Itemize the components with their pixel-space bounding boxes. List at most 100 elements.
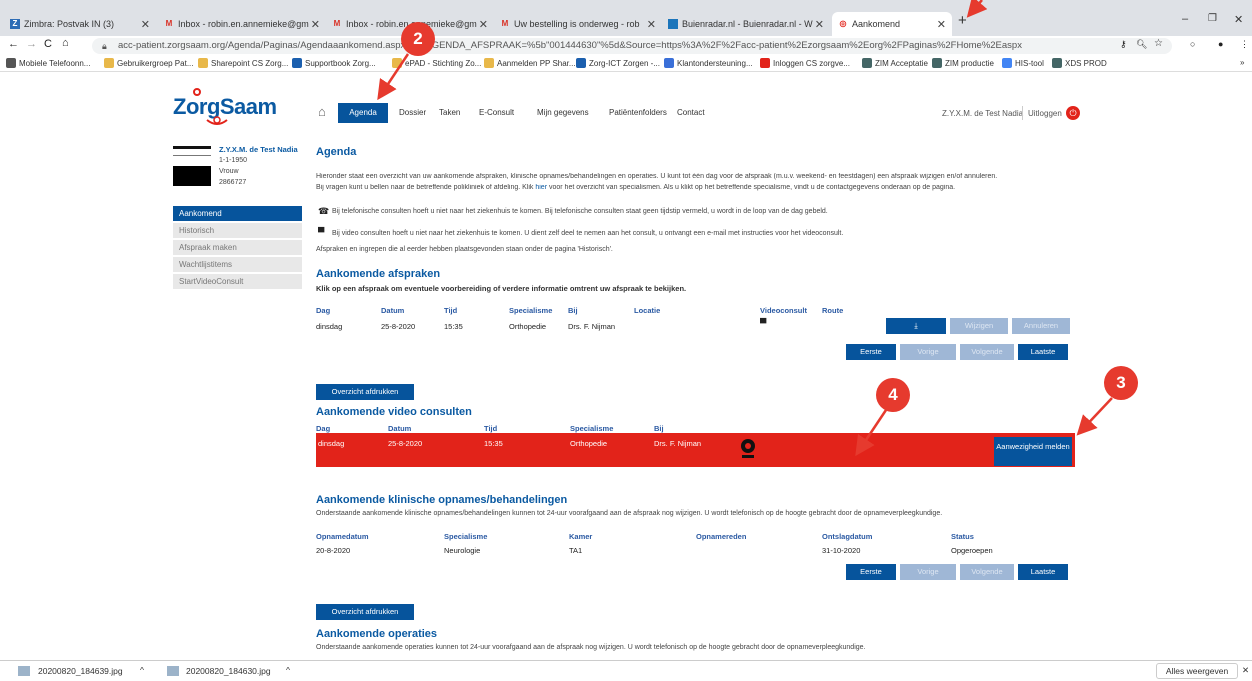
download-item[interactable]: 20200820_184639.jpg [38, 666, 123, 676]
bookmark[interactable]: Zorg-ICT Zorgen -... [576, 58, 660, 68]
menu-icon[interactable]: ⋮ [1240, 39, 1249, 50]
bookmark[interactable]: XDS PROD [1052, 58, 1107, 68]
close-downloads-icon[interactable]: ✕ [1242, 665, 1249, 676]
pager-last[interactable]: Laatste [1018, 564, 1068, 580]
key-icon[interactable]: ⚷ [1120, 39, 1127, 50]
col-specialisme: Specialisme [570, 424, 614, 433]
logout-link[interactable]: Uitloggen [1028, 109, 1062, 118]
close-tab-icon[interactable]: ✕ [479, 18, 488, 31]
star-icon[interactable]: ☆ [1154, 38, 1163, 49]
video-consult-row[interactable]: dinsdag 25-8-2020 15:35 Orthopedie Drs. … [316, 433, 1075, 467]
col-specialisme: Specialisme [444, 532, 488, 541]
bookmark[interactable]: Aanmelden PP Shar... [484, 58, 576, 68]
bookmark[interactable]: Mobiele Telefoonn... [6, 58, 90, 68]
report-presence-button[interactable]: Aanwezigheid melden [994, 437, 1072, 466]
tab-buienradar[interactable]: Buienradar.nl - Buienradar.nl - W ✕ [662, 12, 830, 36]
pager-previous[interactable]: Vorige [900, 564, 956, 580]
nav-dossier[interactable]: Dossier [399, 103, 426, 123]
new-tab-icon[interactable]: + [958, 12, 967, 29]
close-tab-icon[interactable]: ✕ [937, 18, 946, 31]
tab-zimbra[interactable]: Z Zimbra: Postvak IN (3) ✕ [4, 12, 156, 36]
tab-bestelling[interactable]: M Uw bestelling is onderweg - rob ✕ [494, 12, 662, 36]
operations-subtitle: Onderstaande aankomende operaties kunnen… [316, 644, 866, 651]
close-tab-icon[interactable]: ✕ [815, 18, 824, 31]
show-all-downloads-button[interactable]: Alles weergeven [1156, 663, 1238, 679]
callout-arrow [1076, 397, 1113, 436]
bookmark[interactable]: Supportbook Zorg... [292, 58, 376, 68]
tab-aankomend[interactable]: ◎ Aankomend ✕ [832, 12, 952, 36]
sidebar-item-afspraak-maken[interactable]: Afspraak maken [173, 240, 302, 256]
sidebar-item-startvideoconsult[interactable]: StartVideoConsult [173, 274, 302, 290]
reload-icon[interactable]: C [44, 38, 52, 50]
pager-previous[interactable]: Vorige [900, 344, 956, 360]
bookmark[interactable]: Inloggen CS zorgve... [760, 58, 850, 68]
download-button[interactable]: ⤓ [886, 318, 946, 334]
bookmark[interactable]: HIS-tool [1002, 58, 1044, 68]
home-icon[interactable]: ⌂ [62, 37, 69, 49]
col-opnamedatum: Opnamedatum [316, 532, 369, 541]
video-call-icon: ▀ [318, 227, 325, 237]
nav-taken[interactable]: Taken [439, 103, 460, 123]
bookmark-icon [664, 58, 674, 68]
specialism-link[interactable]: hier [535, 184, 547, 191]
logo-mark-icon [193, 88, 228, 125]
change-button[interactable]: Wijzigen [950, 318, 1008, 334]
history-note: Afspraken en ingrepen die al eerder hebb… [316, 246, 613, 253]
pager-first[interactable]: Eerste [846, 344, 896, 360]
nav-e-consult[interactable]: E-Consult [479, 103, 514, 123]
power-icon[interactable]: ⏻ [1066, 106, 1080, 120]
col-bij: Bij [654, 424, 664, 433]
folder-icon [484, 58, 494, 68]
print-overview-button[interactable]: Overzicht afdrukken [316, 604, 414, 620]
bookmark[interactable]: ZIM Acceptatie [862, 58, 928, 68]
col-kamer: Kamer [569, 532, 593, 541]
chevron-up-icon[interactable]: ^ [286, 665, 290, 675]
print-overview-button[interactable]: Overzicht afdrukken [316, 384, 414, 400]
zoom-icon[interactable]: 🔍︎ [1136, 39, 1147, 50]
callout-badge-4: 4 [876, 378, 910, 412]
sidebar-item-aankomend[interactable]: Aankomend [173, 206, 302, 222]
close-tab-icon[interactable]: ✕ [141, 18, 150, 31]
pager-next[interactable]: Volgende [960, 564, 1014, 580]
nav-contact[interactable]: Contact [677, 103, 705, 123]
forward-icon[interactable]: → [26, 38, 37, 50]
table-row[interactable]: 20-8-2020 Neurologie TA1 31-10-2020 Opge… [316, 544, 1076, 556]
tab-inbox-1[interactable]: M Inbox - robin.en.annemieke@gm ✕ [158, 12, 326, 36]
extension-icon[interactable]: ○ [1190, 39, 1195, 49]
cancel-button[interactable]: Annuleren [1012, 318, 1070, 334]
close-tab-icon[interactable]: ✕ [311, 18, 320, 31]
address-bar[interactable]: 🔒︎ acc-patient.zorgsaam.org/Agenda/Pagin… [92, 38, 1172, 54]
tab-label: Aankomend [852, 19, 901, 29]
pager-first[interactable]: Eerste [846, 564, 896, 580]
more-bookmarks-icon[interactable]: » [1240, 58, 1244, 67]
col-specialisme: Specialisme [509, 306, 553, 315]
zorgsaam-logo[interactable]: ZorgSaam [173, 88, 277, 130]
minimize-icon[interactable]: – [1182, 13, 1188, 25]
bookmark[interactable]: ePAD - Stichting Zo... [392, 58, 481, 68]
nav-agenda[interactable]: Agenda [338, 103, 388, 123]
avatar-icon[interactable]: ● [1218, 39, 1223, 49]
url-text: acc-patient.zorgsaam.org/Agenda/Paginas/… [118, 40, 1022, 51]
sidebar-item-wachtlijstitems[interactable]: Wachtlijstitems [173, 257, 302, 273]
nav-mijn-gegevens[interactable]: Mijn gegevens [537, 103, 589, 123]
download-item[interactable]: 20200820_184630.jpg [186, 666, 271, 676]
patient-photo-redacted [173, 166, 211, 186]
patient-name: Z.Y.X.M. de Test Nadia [219, 145, 298, 154]
bookmark[interactable]: Gebruikergroep Pat... [104, 58, 193, 68]
close-tab-icon[interactable]: ✕ [647, 18, 656, 31]
webcam-icon [741, 439, 755, 458]
col-datum: Datum [381, 306, 405, 315]
sidebar-item-historisch[interactable]: Historisch [173, 223, 302, 239]
nav-patientenfolders[interactable]: Patiëntenfolders [609, 103, 667, 123]
home-icon[interactable]: ⌂ [318, 104, 326, 119]
back-icon[interactable]: ← [8, 38, 19, 50]
browser-toolbar: ← → C ⌂ 🔒︎ acc-patient.zorgsaam.org/Agen… [0, 36, 1252, 56]
bookmark[interactable]: ZIM productie [932, 58, 994, 68]
pager-last[interactable]: Laatste [1018, 344, 1068, 360]
restore-icon[interactable]: ❐ [1208, 13, 1217, 24]
bookmark[interactable]: Sharepoint CS Zorg... [198, 58, 288, 68]
chevron-up-icon[interactable]: ^ [140, 665, 144, 675]
close-window-icon[interactable]: ✕ [1234, 13, 1243, 26]
pager-next[interactable]: Volgende [960, 344, 1014, 360]
bookmark[interactable]: Klantondersteuning... [664, 58, 753, 68]
